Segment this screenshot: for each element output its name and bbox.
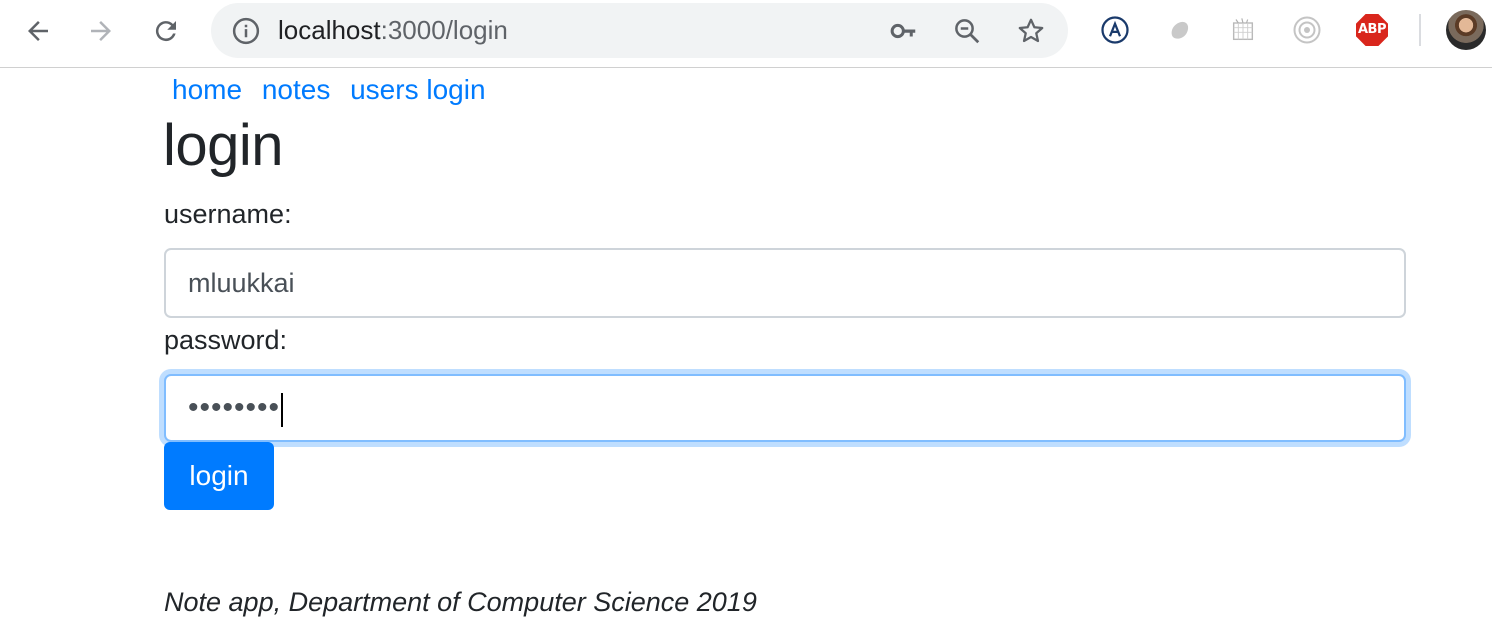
login-button[interactable]: login [164,442,274,510]
url-host: localhost [278,15,381,45]
browser-toolbar: localhost:3000/login ABP [0,0,1492,68]
key-icon [890,23,916,39]
extension-adblock[interactable]: ABP [1355,13,1389,47]
username-input[interactable]: mluukkai [164,248,1406,318]
nav-link-notes[interactable]: notes [262,74,331,105]
star-icon [1018,18,1044,43]
nav-link-users-login[interactable]: users login [350,74,485,105]
url-text: localhost:3000/login [278,15,508,45]
password-key-button[interactable] [888,15,920,47]
grey-blob-icon [1171,21,1189,39]
top-nav: home notes users login [172,72,498,108]
password-input[interactable]: •••••••• [164,374,1406,442]
bookmark-button[interactable] [1015,15,1047,47]
arrow-left-icon [28,21,48,41]
extension-calendar[interactable] [1226,13,1260,47]
username-label: username: [164,199,292,229]
text-cursor [281,392,284,427]
password-label: password: [164,325,288,355]
adblock-icon: ABP [1356,14,1388,46]
extension-grey[interactable] [1163,13,1197,47]
footer-text: Note app, Department of Computer Science… [164,587,757,617]
back-button[interactable] [21,14,55,48]
extension-a[interactable] [1098,13,1132,47]
zoom-out-icon [955,19,980,44]
zoom-button[interactable] [951,15,983,47]
username-value: mluukkai [188,268,295,298]
reload-icon [155,21,176,42]
a-circle-icon [1101,16,1129,44]
profile-avatar[interactable] [1446,10,1486,50]
arrow-right-icon [91,21,111,41]
reload-button[interactable] [149,14,183,48]
info-icon[interactable] [231,16,261,46]
address-bar[interactable]: localhost:3000/login [211,3,1068,58]
calendar-icon [1232,18,1254,41]
url-path: :3000/login [380,15,508,45]
password-masked-value: •••••••• [188,391,281,424]
page-title: login [163,113,284,178]
extension-target[interactable] [1290,13,1324,47]
nav-link-home[interactable]: home [172,74,242,105]
forward-button[interactable] [84,14,118,48]
toolbar-divider [1419,14,1421,46]
target-icon [1293,16,1321,44]
